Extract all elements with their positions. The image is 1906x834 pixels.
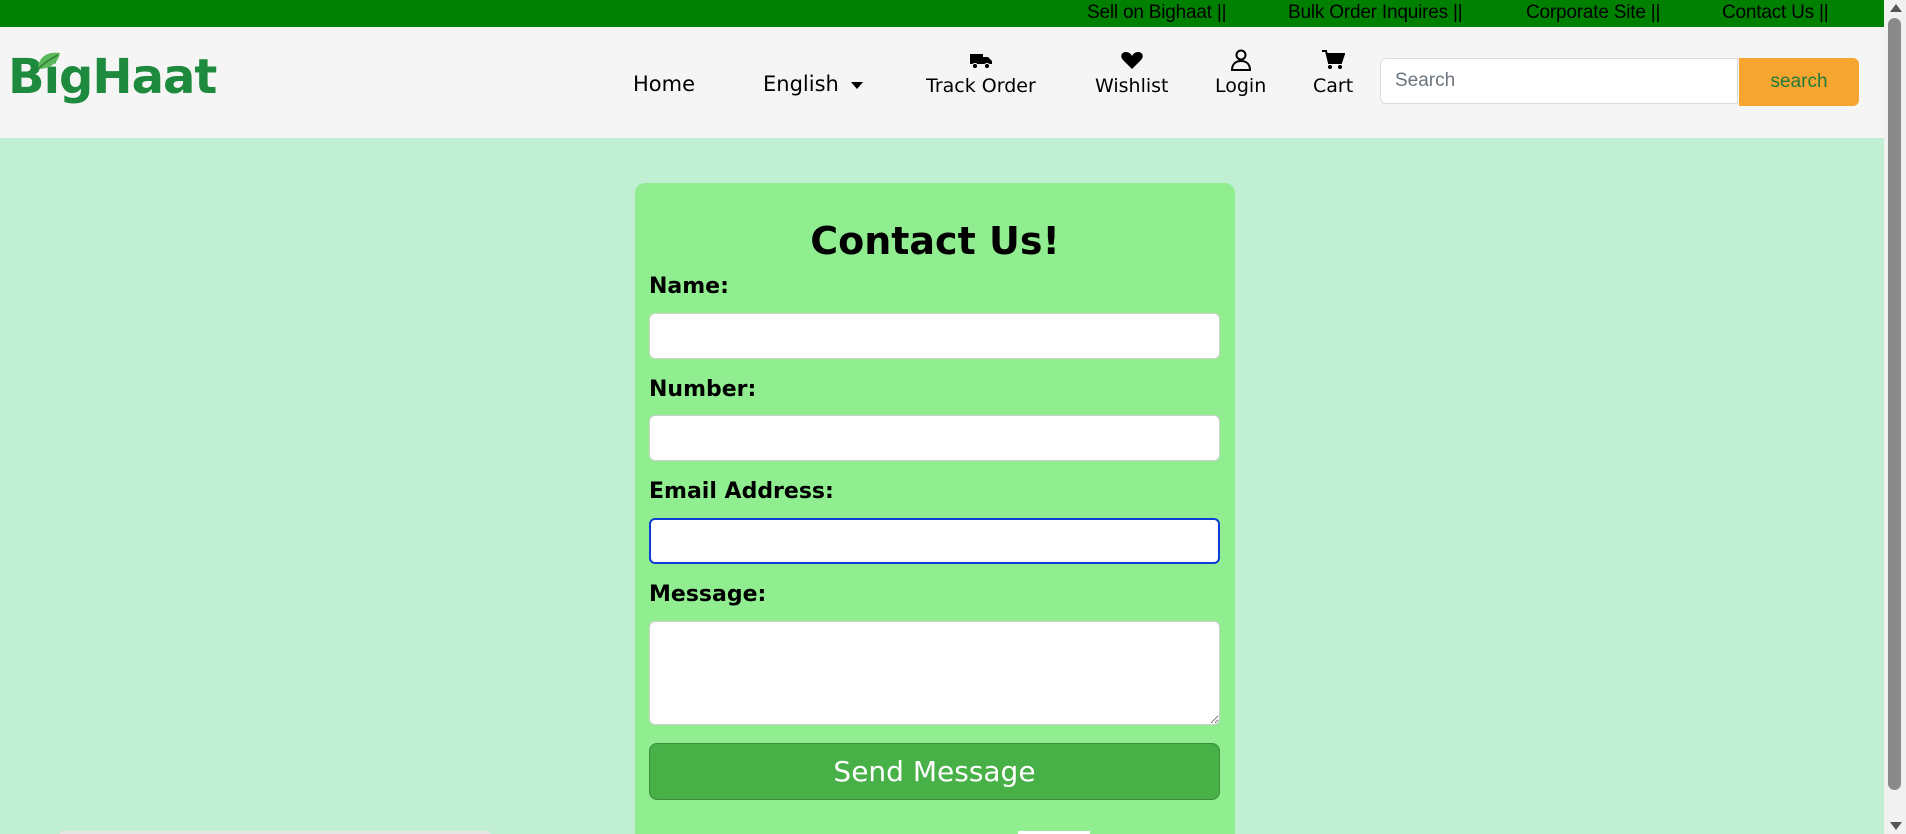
chevron-down-icon <box>850 81 863 89</box>
scrollbar-thumb[interactable] <box>1888 18 1901 790</box>
search-button[interactable]: search <box>1739 58 1859 106</box>
nav-login[interactable]: Login <box>1215 49 1266 97</box>
name-label: Name: <box>649 274 729 299</box>
cart-icon <box>1322 50 1346 69</box>
scroll-down-arrow-icon[interactable] <box>1890 822 1902 830</box>
corporate-site-link[interactable]: Corporate Site || <box>1526 2 1660 24</box>
scroll-up-arrow-icon[interactable] <box>1890 4 1902 12</box>
bulk-order-inquires-link[interactable]: Bulk Order Inquires || <box>1288 2 1463 24</box>
login-label: Login <box>1215 75 1267 97</box>
sell-on-bighaat-link[interactable]: Sell on Bighaat || <box>1087 2 1227 24</box>
name-field[interactable] <box>649 313 1220 359</box>
contact-us-link[interactable]: Contact Us || <box>1722 2 1829 24</box>
language-dropdown[interactable]: English <box>763 72 863 96</box>
top-links-bar: Sell on Bighaat || Bulk Order Inquires |… <box>0 0 1884 27</box>
send-message-button[interactable]: Send Message <box>649 743 1220 800</box>
nav-home[interactable]: Home <box>633 72 695 96</box>
nav-wishlist[interactable]: Wishlist <box>1095 49 1169 97</box>
email-field[interactable] <box>649 518 1220 564</box>
user-icon <box>1230 49 1251 71</box>
leaf-icon <box>37 52 60 70</box>
site-header: BigHaat Home English Track Order Wishlis… <box>0 27 1884 138</box>
heart-icon <box>1121 52 1143 69</box>
message-field[interactable] <box>649 621 1220 725</box>
wishlist-label: Wishlist <box>1095 75 1169 97</box>
nav-track-order[interactable]: Track Order <box>926 49 1036 97</box>
track-order-label: Track Order <box>926 75 1036 97</box>
contact-form-card: Contact Us! Name: Number: Email Address:… <box>635 183 1235 834</box>
cart-label: Cart <box>1313 75 1354 97</box>
language-label: English <box>763 72 839 96</box>
truck-icon <box>969 54 992 70</box>
vertical-scrollbar[interactable] <box>1884 0 1906 834</box>
search-input[interactable] <box>1380 58 1738 104</box>
nav-cart[interactable]: Cart <box>1313 49 1353 97</box>
form-title: Contact Us! <box>810 219 1060 263</box>
message-label: Message: <box>649 582 767 607</box>
email-label: Email Address: <box>649 479 834 504</box>
number-label: Number: <box>649 377 757 402</box>
number-field[interactable] <box>649 415 1220 461</box>
